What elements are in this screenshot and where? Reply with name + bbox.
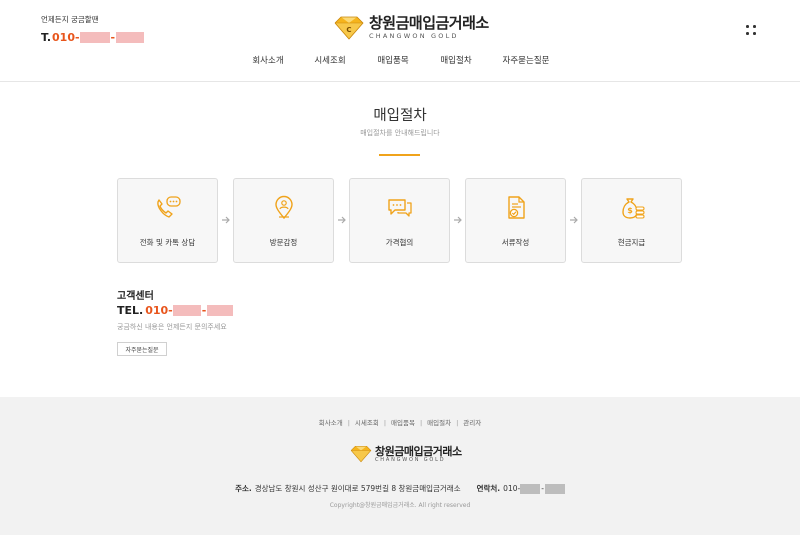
arrow-right-icon: [570, 216, 578, 224]
footer-nav: 회사소개 | 시세조회 | 매입품목 | 매입절차 | 관리자: [0, 417, 800, 427]
title-underline: [379, 154, 420, 156]
page-subtitle: 매입절차를 안내해드립니다: [360, 129, 440, 137]
faq-button[interactable]: 자주묻는질문: [117, 342, 167, 356]
site-footer: 회사소개 | 시세조회 | 매입품목 | 매입절차 | 관리자 창원금매입금거래소 CHANGW…: [0, 397, 800, 535]
separator: |: [383, 419, 387, 427]
diamond-logo-icon: C: [334, 16, 364, 40]
brand-en: CHANGWON GOLD: [369, 32, 459, 41]
tel-prefix: TEL.: [117, 304, 144, 317]
tel-dash: -: [110, 31, 116, 44]
arrow-right-icon: [454, 216, 462, 224]
footer-nav-company[interactable]: 회사소개: [319, 419, 343, 427]
step-label: 가격협의: [385, 238, 414, 247]
masked-digits: [207, 305, 234, 316]
nav-items[interactable]: 매입품목: [377, 54, 408, 66]
step-label: 현금지급: [617, 238, 646, 247]
site-logo[interactable]: C 창원금매입금거래소 CHANGWON GOLD: [332, 14, 489, 42]
arrow-right-icon: [222, 216, 230, 224]
brand-name: 창원금매입금거래소: [375, 444, 462, 458]
masked-digits: [79, 32, 110, 43]
contact-label: 언제든지 궁금할땐: [41, 15, 99, 24]
separator: |: [347, 419, 350, 427]
customer-center-phone[interactable]: TEL. 010- -: [117, 304, 234, 317]
brand-name: 창원금매입금거래소: [369, 14, 489, 33]
main-nav: 회사소개 시세조회 매입품목 매입절차 자주묻는질문: [0, 54, 800, 68]
customer-center-desc: 궁금하신 내용은 언제든지 문의주세요: [117, 323, 227, 331]
footer-nav-admin[interactable]: 관리자: [463, 419, 481, 427]
masked-digits: [520, 483, 541, 494]
tel-number: 010-: [52, 31, 80, 44]
header-contact: 언제든지 궁금할땐 T. 010- -: [41, 14, 145, 44]
footer-nav-price[interactable]: 시세조회: [355, 419, 379, 427]
nav-company[interactable]: 회사소개: [252, 54, 283, 66]
step-label: 서류작성: [501, 238, 530, 247]
nav-process[interactable]: 매입절차: [440, 54, 471, 66]
step-card-cash: $ 현금지급: [581, 178, 682, 263]
separator: |: [419, 419, 423, 427]
header-phone[interactable]: T. 010- -: [41, 31, 145, 44]
svg-text:C: C: [346, 26, 351, 34]
site-header: 언제든지 궁금할땐 T. 010- - C 창원금매입금거래소 CHANGWON…: [0, 0, 800, 82]
phone-chat-icon: [156, 196, 181, 218]
masked-digits: [172, 305, 201, 316]
masked-digits: [544, 483, 565, 494]
footer-nav-process[interactable]: 매입절차: [427, 419, 451, 427]
footer-nav-items[interactable]: 매입품목: [391, 419, 415, 427]
diamond-logo-icon: [350, 445, 372, 463]
contact-label: 연락처.: [476, 484, 501, 493]
svg-text:$: $: [627, 206, 633, 215]
step-card-visit: 방문감정: [233, 178, 334, 263]
address-label: 주소.: [235, 484, 252, 493]
step-card-consult: 전화 및 카톡 상담: [117, 178, 218, 263]
footer-address: 주소. 경상남도 창원시 성산구 원이대로 579번길 8 창원금매입금거래소 …: [0, 483, 800, 494]
location-person-icon: [274, 195, 293, 220]
page-title: 매입절차: [373, 108, 427, 124]
footer-logo[interactable]: 창원금매입금거래소 CHANGWON GOLD: [349, 444, 462, 464]
step-card-negotiate: 가격협의: [349, 178, 450, 263]
copyright: Copyright@창원금매입금거래소. All right reserved: [329, 502, 471, 509]
nav-faq[interactable]: 자주묻는질문: [503, 54, 550, 66]
menu-dots-icon[interactable]: [746, 25, 756, 35]
customer-center-title: 고객센터: [117, 291, 154, 302]
step-label: 방문감정: [269, 238, 298, 247]
money-bag-coins-icon: $: [621, 198, 645, 219]
brand-en: CHANGWON GOLD: [375, 456, 446, 463]
tel-dash: -: [201, 304, 207, 317]
masked-digits: [116, 32, 145, 43]
chat-bubbles-icon: [387, 199, 412, 217]
step-label: 전화 및 카톡 상담: [139, 238, 196, 247]
tel-prefix: T.: [41, 31, 52, 44]
document-check-icon: [507, 196, 525, 219]
step-card-document: 서류작성: [465, 178, 566, 263]
contact-number: 010-: [503, 484, 521, 493]
nav-price[interactable]: 시세조회: [314, 54, 345, 66]
separator: |: [456, 419, 459, 427]
tel-number: 010-: [145, 304, 173, 317]
address-text: 경상남도 창원시 성산구 원이대로 579번길 8 창원금매입금거래소: [254, 484, 461, 493]
arrow-right-icon: [338, 216, 346, 224]
